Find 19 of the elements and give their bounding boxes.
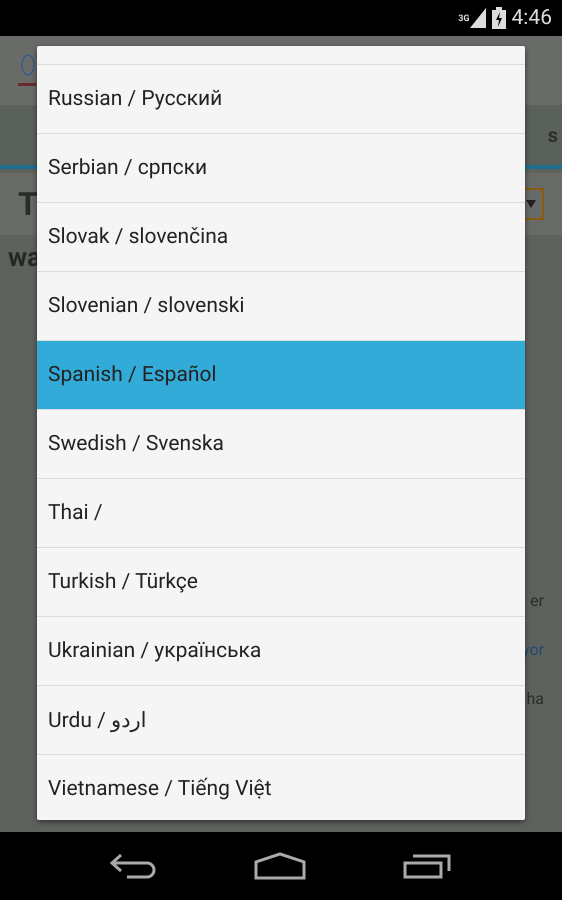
page-title: T [18,185,38,223]
language-option[interactable]: Thai / [37,478,525,547]
language-option[interactable]: Russian / Русский [37,64,525,133]
signal-icon [470,8,486,28]
caret-icon [526,200,536,208]
language-option[interactable]: Spanish / Español [37,340,525,409]
back-icon[interactable] [108,853,157,879]
battery-icon [492,7,506,29]
language-option[interactable]: Ukrainian / українська [37,616,525,685]
language-option[interactable]: Vietnamese / Tiếng Việt [37,754,525,820]
language-option[interactable]: Turkish / Türkçe [37,547,525,616]
language-option[interactable]: Slovak / slovenčina [37,202,525,271]
language-option[interactable]: Serbian / српски [37,133,525,202]
home-icon[interactable] [254,852,306,880]
language-option[interactable]: Swedish / Svenska [37,409,525,478]
network-type: 3G [458,14,470,24]
language-option[interactable]: Urdu / اردو [37,685,525,754]
recent-apps-icon[interactable] [403,853,454,879]
clock: 4:46 [512,6,552,30]
